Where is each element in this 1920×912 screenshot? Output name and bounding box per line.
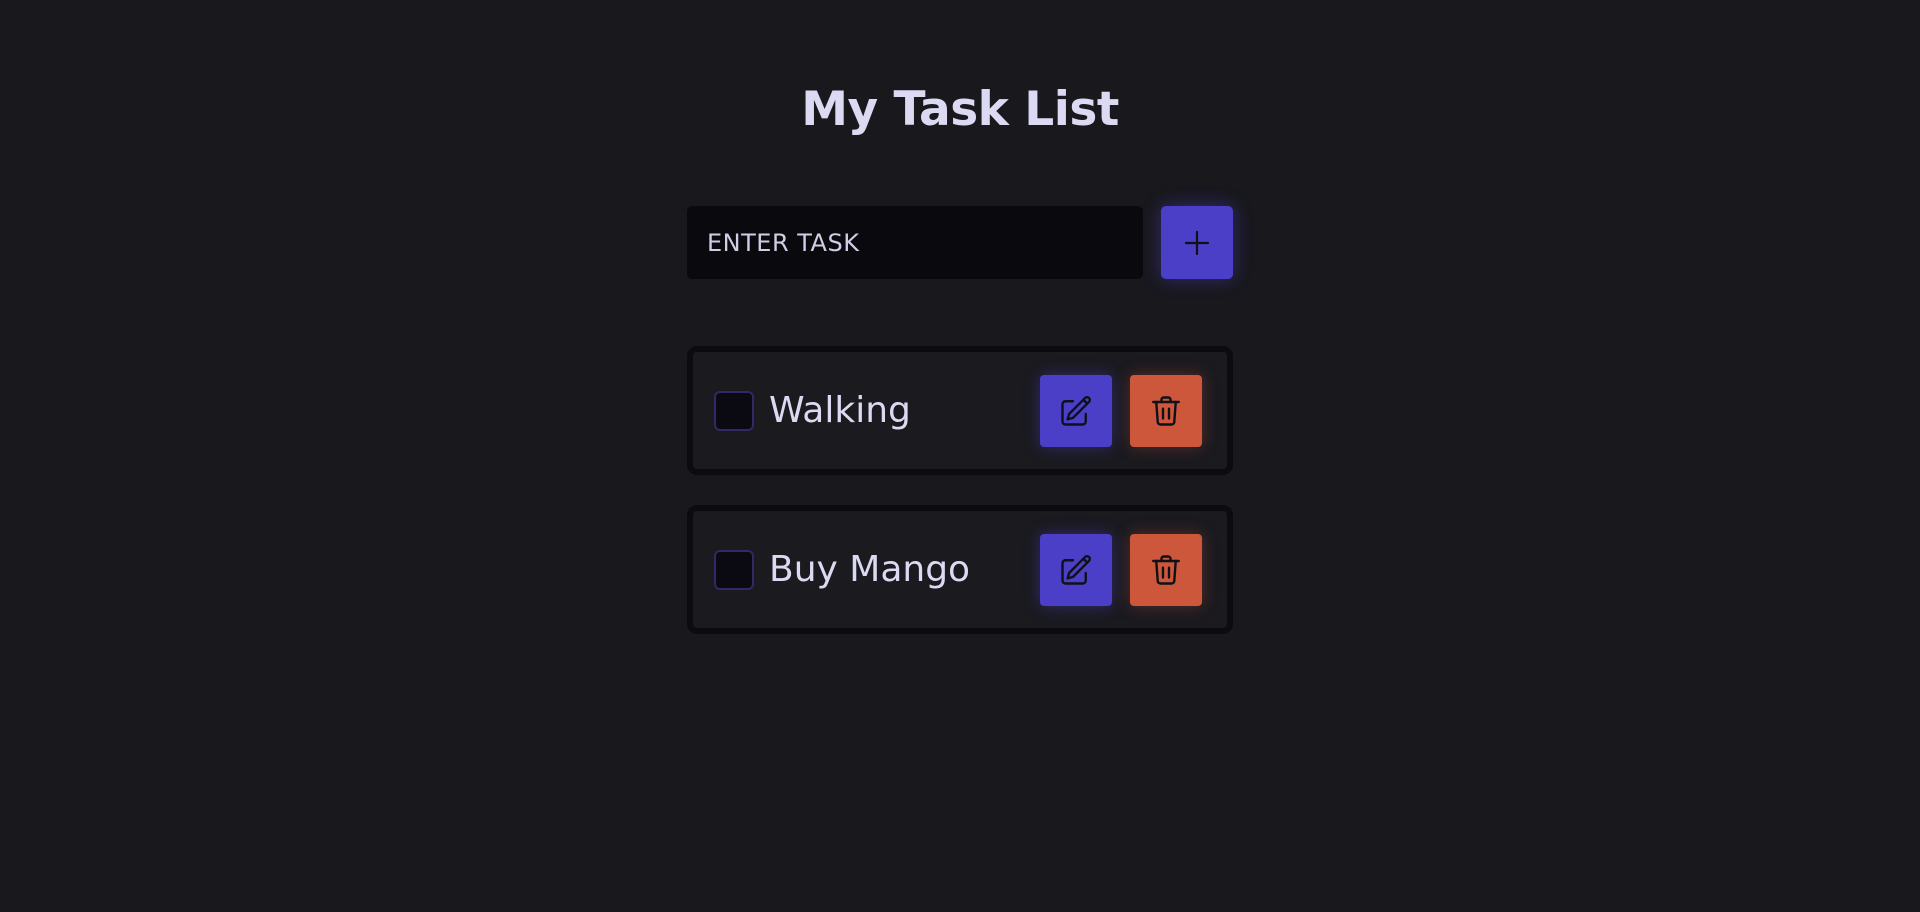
edit-task-button[interactable]	[1040, 534, 1112, 606]
task-app: My Task List Walking	[0, 0, 1920, 912]
task-item: Walking	[687, 346, 1233, 475]
trash-icon	[1148, 393, 1184, 429]
task-input[interactable]	[687, 206, 1143, 279]
pencil-square-icon	[1058, 552, 1094, 588]
task-item: Buy Mango	[687, 505, 1233, 634]
delete-task-button[interactable]	[1130, 375, 1202, 447]
task-label: Buy Mango	[769, 549, 971, 590]
page-title: My Task List	[801, 82, 1119, 137]
task-checkbox[interactable]	[714, 550, 754, 590]
plus-icon	[1183, 229, 1211, 257]
task-checkbox[interactable]	[714, 391, 754, 431]
new-task-form	[687, 206, 1233, 279]
pencil-square-icon	[1058, 393, 1094, 429]
delete-task-button[interactable]	[1130, 534, 1202, 606]
edit-task-button[interactable]	[1040, 375, 1112, 447]
add-task-button[interactable]	[1161, 206, 1233, 279]
trash-icon	[1148, 552, 1184, 588]
task-label: Walking	[769, 390, 911, 431]
